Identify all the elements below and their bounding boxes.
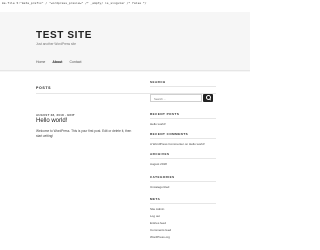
- categories-widget: CATEGORIES Uncategorized: [150, 175, 216, 189]
- widget-divider: [150, 138, 216, 139]
- debug-output-bar: me.file 5:"meta_prefix" / "wordpress_pre…: [2, 1, 147, 5]
- category-link[interactable]: Uncategorized: [150, 185, 216, 189]
- widget-title: RECENT COMMENTS: [150, 132, 189, 136]
- search-button[interactable]: [203, 94, 213, 102]
- widget-divider: [150, 118, 216, 119]
- meta-link-comments-feed[interactable]: Comments feed: [150, 228, 216, 232]
- search-widget: SEARCH Search ...: [150, 80, 216, 102]
- search-form: Search ...: [150, 94, 216, 103]
- site-tagline: Just another WordPress site: [36, 42, 76, 46]
- recent-comment-link[interactable]: A WordPress Commenter on Hello world!: [150, 142, 216, 146]
- nav-item-about[interactable]: About: [52, 60, 62, 64]
- widget-divider: [150, 181, 216, 182]
- search-icon-handle: [209, 98, 212, 101]
- widget-divider: [150, 86, 216, 87]
- nav-item-home[interactable]: Home: [36, 60, 45, 64]
- meta-link-site-admin[interactable]: Site Admin: [150, 207, 216, 211]
- widget-title: SEARCH: [150, 80, 166, 84]
- widget-divider: [150, 203, 216, 204]
- recent-comments-widget: RECENT COMMENTS A WordPress Commenter on…: [150, 132, 216, 146]
- primary-nav: Home About Contact: [36, 60, 82, 64]
- header-divider: [0, 70, 250, 71]
- recent-post-link[interactable]: Hello world!: [150, 122, 216, 126]
- nav-item-contact[interactable]: Contact: [69, 60, 81, 64]
- search-input[interactable]: Search ...: [150, 94, 202, 102]
- widget-title: RECENT POSTS: [150, 112, 180, 116]
- widget-title: CATEGORIES: [150, 175, 175, 179]
- widget-divider: [150, 158, 216, 159]
- archive-link[interactable]: August 2018: [150, 162, 216, 166]
- site-title[interactable]: TEST SITE: [36, 30, 92, 41]
- meta-widget: META Site Admin Log out Entries feed Com…: [150, 197, 216, 239]
- recent-posts-widget: RECENT POSTS Hello world!: [150, 112, 216, 126]
- archives-widget: ARCHIVES August 2018: [150, 152, 216, 166]
- post-title[interactable]: Hello world!: [36, 118, 67, 124]
- widget-title: ARCHIVES: [150, 152, 170, 156]
- site-header: TEST SITE Just another WordPress site Ho…: [0, 12, 250, 72]
- meta-link-entries-feed[interactable]: Entries feed: [150, 221, 216, 225]
- post-excerpt: Welcome to WordPress. This is your first…: [36, 129, 132, 138]
- meta-link-log-out[interactable]: Log out: [150, 214, 216, 218]
- post-meta[interactable]: AUGUST 28, 2018 · EDIT: [36, 113, 75, 117]
- meta-link-wordpress-org[interactable]: WordPress.org: [150, 235, 216, 239]
- widget-title: META: [150, 197, 161, 201]
- section-heading: POSTS: [36, 86, 52, 90]
